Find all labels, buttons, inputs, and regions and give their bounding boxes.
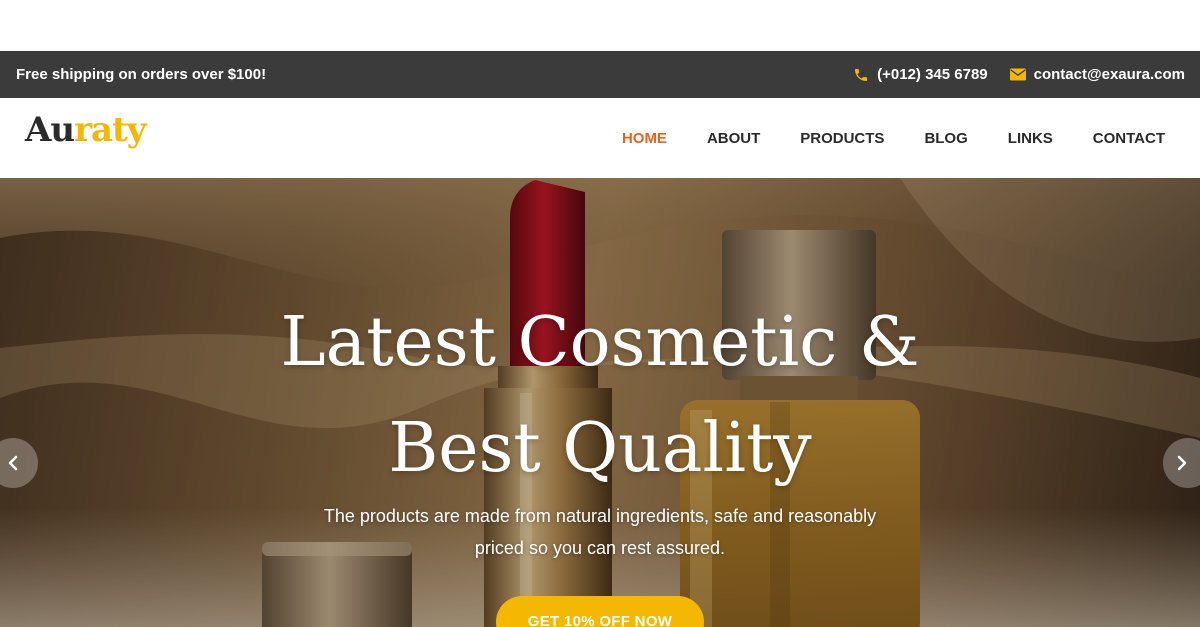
main-navigation: Auraty HOME ABOUT PRODUCTS BLOG LINKS CO… [0, 98, 1200, 178]
nav-item-contact[interactable]: CONTACT [1093, 130, 1165, 147]
shipping-promo: Free shipping on orders over $100! [16, 66, 267, 83]
hero-subtitle-line-2: priced so you can rest assured. [474, 538, 726, 558]
top-blank-area [0, 0, 1200, 51]
hero-title-line-1: Latest Cosmetic & [280, 303, 920, 382]
logo-part-1: Au [25, 110, 75, 150]
get-discount-button[interactable]: GET 10% OFF NOW [496, 596, 704, 627]
hero-title-line-2: Best Quality [388, 409, 812, 488]
hero-subtitle: The products are made from natural ingre… [300, 500, 900, 564]
phone-icon [855, 68, 868, 81]
hero-title: Latest Cosmetic & Best Quality [150, 290, 1050, 502]
contact-info: (+012) 345 6789 contact@exaura.com [853, 51, 1185, 98]
hero-slider: Latest Cosmetic & Best Quality The produ… [0, 178, 1200, 627]
brand-logo[interactable]: Auraty [25, 110, 147, 150]
nav-item-products[interactable]: PRODUCTS [800, 130, 884, 147]
nav-item-about[interactable]: ABOUT [707, 130, 760, 147]
top-bar: Free shipping on orders over $100! (+012… [0, 51, 1200, 98]
email-address: contact@exaura.com [1033, 66, 1185, 83]
logo-part-2: raty [74, 110, 146, 150]
phone-number: (+012) 345 6789 [877, 66, 988, 83]
chevron-left-icon [8, 455, 18, 471]
nav-item-links[interactable]: LINKS [1008, 130, 1053, 147]
hero-subtitle-line-1: The products are made from natural ingre… [323, 506, 877, 526]
chevron-right-icon [1177, 455, 1187, 471]
phone-contact[interactable]: (+012) 345 6789 [853, 66, 988, 83]
nav-item-home[interactable]: HOME [622, 130, 667, 147]
nav-menu: HOME ABOUT PRODUCTS BLOG LINKS CONTACT [582, 98, 1165, 178]
envelope-icon [1009, 68, 1026, 81]
email-contact[interactable]: contact@exaura.com [1009, 66, 1185, 83]
nav-item-blog[interactable]: BLOG [924, 130, 967, 147]
